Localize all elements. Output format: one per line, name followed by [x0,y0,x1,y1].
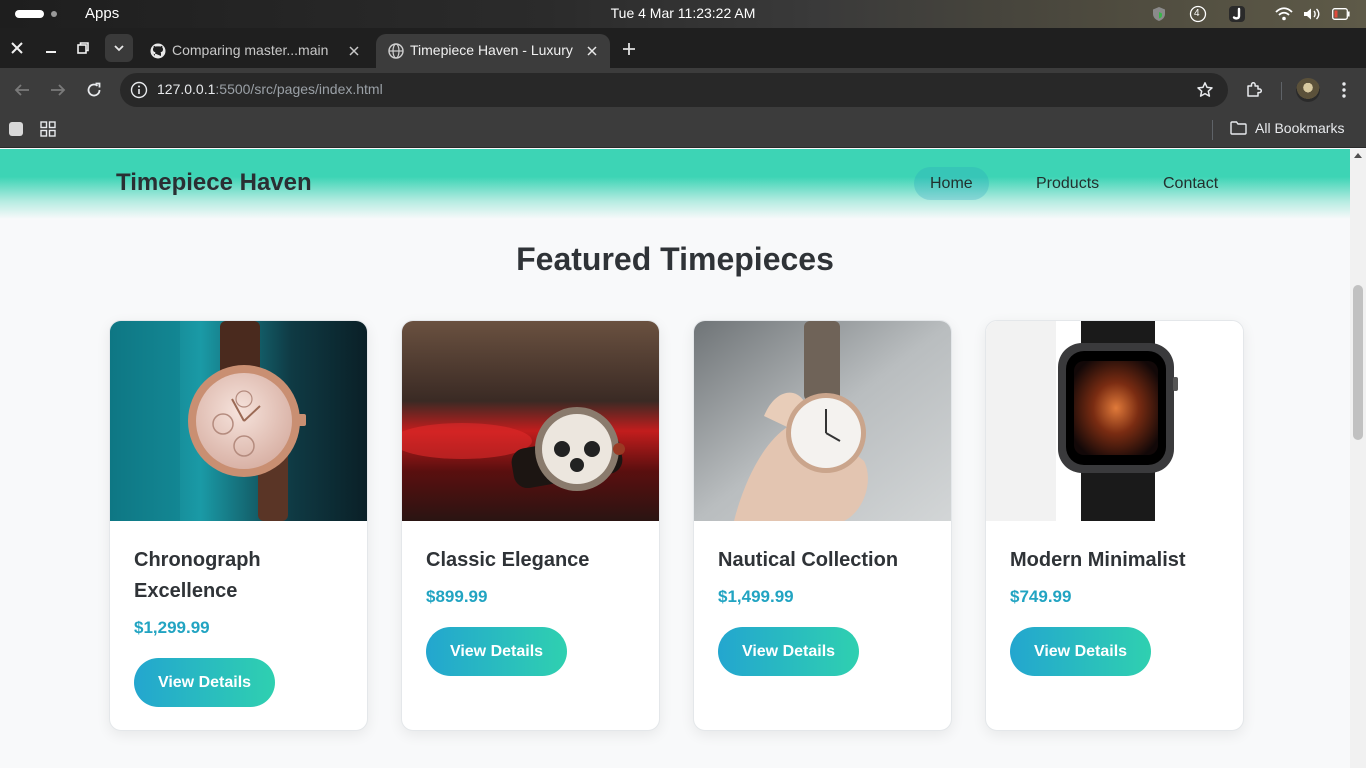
all-bookmarks-label: All Bookmarks [1255,120,1345,136]
close-tab-icon[interactable] [346,43,362,59]
site-info-icon[interactable] [130,81,148,99]
product-image-chronograph[interactable] [110,321,367,521]
view-details-button[interactable]: View Details [1010,627,1151,676]
shield-icon[interactable] [1150,5,1168,23]
forward-arrow-icon[interactable] [47,79,69,101]
product-name: Modern Minimalist [1010,549,1186,571]
back-arrow-icon[interactable] [11,79,33,101]
plus-icon [623,43,635,55]
product-name: Nautical Collection [718,549,899,571]
minimize-window-icon[interactable] [39,36,63,60]
product-card: Classic Elegance $899.99 View Details [401,320,660,731]
section-title: Featured Timepieces [516,241,834,277]
restore-window-icon[interactable] [71,36,95,60]
profile-avatar[interactable] [1296,78,1320,102]
product-image-minimalist[interactable] [986,321,1243,521]
browser-toolbar: 127.0.0.1:5500/src/pages/index.html [0,68,1366,112]
nav-products[interactable]: Products [1020,167,1115,200]
tab-timepiece-haven[interactable]: Timepiece Haven - Luxury [376,34,610,68]
product-name: Classic Elegance [426,549,590,571]
tab-group-icon[interactable] [7,120,25,138]
all-bookmarks-button[interactable]: All Bookmarks [1230,120,1344,136]
view-details-button[interactable]: View Details [718,627,859,676]
scroll-up-arrow-icon[interactable] [1354,153,1362,158]
product-price: $1,299.99 [134,618,210,637]
scrollbar-thumb[interactable] [1353,285,1363,440]
tab-title: Timepiece Haven - Luxury [410,42,573,58]
toolbar-divider [1281,82,1282,100]
bookmarks-divider [1212,120,1213,140]
new-tab-button[interactable] [618,38,640,60]
tab-title: Comparing master...main [172,42,329,58]
url-host: 127.0.0.1 [157,81,216,97]
reload-icon[interactable] [83,79,105,101]
os-top-bar: Apps Tue 4 Mar 11:23:22 AM 4 [0,0,1366,28]
battery-icon[interactable] [1330,5,1352,23]
url-text[interactable]: 127.0.0.1:5500/src/pages/index.html [157,81,383,97]
bookmarks-bar: All Bookmarks [0,112,1366,148]
apps-grid-icon[interactable] [39,120,57,138]
product-image-classic[interactable] [402,321,659,521]
page-viewport: Timepiece Haven Home Products Contact Fe… [0,149,1350,768]
product-price: $899.99 [426,587,488,606]
product-card: Nautical Collection $1,499.99 View Detai… [693,320,952,731]
site-logo[interactable]: Timepiece Haven [116,169,312,197]
apps-button[interactable]: Apps [85,5,119,22]
product-card: Chronograph Excellence $1,299.99 View De… [109,320,368,731]
address-bar[interactable]: 127.0.0.1:5500/src/pages/index.html [120,73,1228,107]
page-scrollbar[interactable] [1350,149,1366,768]
close-tab-icon[interactable] [584,43,600,59]
close-window-icon[interactable] [5,36,29,60]
workspace-indicator[interactable] [51,11,57,17]
url-path: :5500/src/pages/index.html [215,81,383,97]
tab-search-button[interactable] [105,34,133,62]
site-header: Timepiece Haven Home Products Contact [0,149,1350,219]
bookmark-star-icon[interactable] [1196,81,1214,99]
product-price: $1,499.99 [718,587,794,606]
notification-count: 4 [1194,8,1200,19]
product-image-nautical[interactable] [694,321,951,521]
product-name: Chronograph Excellence [134,549,261,602]
view-details-button[interactable]: View Details [134,658,275,707]
extensions-icon[interactable] [1243,79,1265,101]
chevron-down-icon [114,45,124,52]
volume-icon[interactable] [1301,5,1323,23]
github-icon [150,43,166,59]
app-j-icon[interactable] [1227,5,1247,23]
clock[interactable]: Tue 4 Mar 11:23:22 AM [611,5,756,21]
product-card: Modern Minimalist $749.99 View Details [985,320,1244,731]
folder-icon [1230,121,1247,135]
product-price: $749.99 [1010,587,1072,606]
nav-home[interactable]: Home [914,167,989,200]
globe-icon [388,43,404,59]
notification-count-icon[interactable]: 4 [1188,5,1208,23]
kebab-menu-icon[interactable] [1333,79,1355,101]
tab-github-compare[interactable]: Comparing master...main [138,34,374,68]
workspace-indicator-active[interactable] [15,10,44,18]
nav-contact[interactable]: Contact [1147,167,1234,200]
view-details-button[interactable]: View Details [426,627,567,676]
wifi-icon[interactable] [1273,5,1295,23]
